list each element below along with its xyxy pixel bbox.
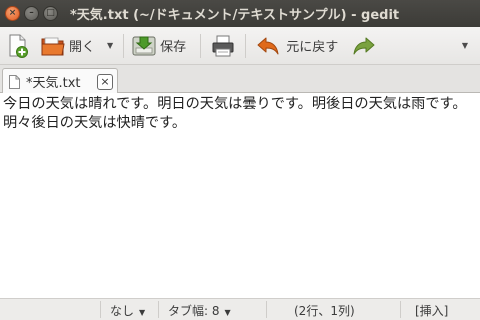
status-separator — [158, 301, 159, 318]
save-button[interactable]: 保存 — [128, 30, 190, 62]
toolbar-separator — [123, 33, 125, 58]
toolbar-separator — [200, 33, 202, 58]
printer-icon — [212, 35, 234, 56]
maximize-window-button[interactable]: □ — [43, 6, 58, 21]
insert-mode-indicator: [挿入] — [415, 304, 449, 318]
tab-label: *天気.txt — [26, 76, 81, 91]
redo-button[interactable] — [342, 30, 380, 62]
status-separator — [100, 301, 101, 318]
chevron-down-icon: ▼ — [139, 308, 146, 317]
toolbar: 開く ▼ 保存 元に戻す ▼ — [0, 27, 480, 65]
status-separator — [400, 301, 401, 318]
status-bar: なし ▼ タブ幅: 8 ▼ (2行、1列) [挿入] — [0, 298, 480, 320]
editor-text: 今日の天気は晴れです。明日の天気は曇りです。明後日の天気は雨です。明々後日の天気… — [3, 96, 467, 131]
open-recent-dropdown[interactable]: ▼ — [107, 41, 113, 50]
folder-icon — [41, 37, 65, 55]
minimize-window-button[interactable]: – — [24, 6, 39, 21]
toolbar-separator — [245, 33, 247, 58]
text-document-icon — [9, 74, 20, 89]
open-button[interactable]: 開く — [33, 30, 99, 62]
undo-label: 元に戻す — [286, 40, 339, 55]
language-selector[interactable]: なし ▼ — [110, 302, 145, 319]
undo-arrow-icon — [257, 37, 279, 54]
toolbar-overflow-dropdown[interactable]: ▼ — [462, 41, 468, 50]
redo-arrow-icon — [353, 37, 375, 54]
text-editor-area[interactable]: 今日の天気は晴れです。明日の天気は曇りです。明後日の天気は雨です。明々後日の天気… — [0, 93, 480, 298]
title-bar: × – □ *天気.txt (~/ドキュメント/テキストサンプル) - gedi… — [0, 0, 480, 27]
tab-close-button[interactable]: × — [97, 74, 113, 90]
new-document-icon — [9, 34, 28, 58]
language-label: なし — [110, 304, 135, 318]
window-controls: × – □ — [5, 6, 62, 21]
save-icon — [132, 36, 156, 55]
tab-weather-txt[interactable]: *天気.txt × — [2, 68, 118, 94]
open-label: 開く — [69, 40, 96, 55]
window-title: *天気.txt (~/ドキュメント/テキストサンプル) - gedit — [70, 8, 400, 23]
tab-width-label: タブ幅: 8 — [168, 304, 220, 318]
new-document-button[interactable] — [3, 30, 33, 62]
print-button[interactable] — [205, 30, 241, 62]
status-separator — [266, 301, 267, 318]
document-tab-bar: *天気.txt × — [0, 65, 480, 94]
close-window-button[interactable]: × — [5, 6, 20, 21]
tab-width-selector[interactable]: タブ幅: 8 ▼ — [168, 302, 231, 319]
cursor-position: (2行、1列) — [294, 304, 355, 318]
save-label: 保存 — [160, 40, 187, 55]
undo-button[interactable]: 元に戻す — [250, 30, 342, 62]
chevron-down-icon: ▼ — [224, 308, 231, 317]
